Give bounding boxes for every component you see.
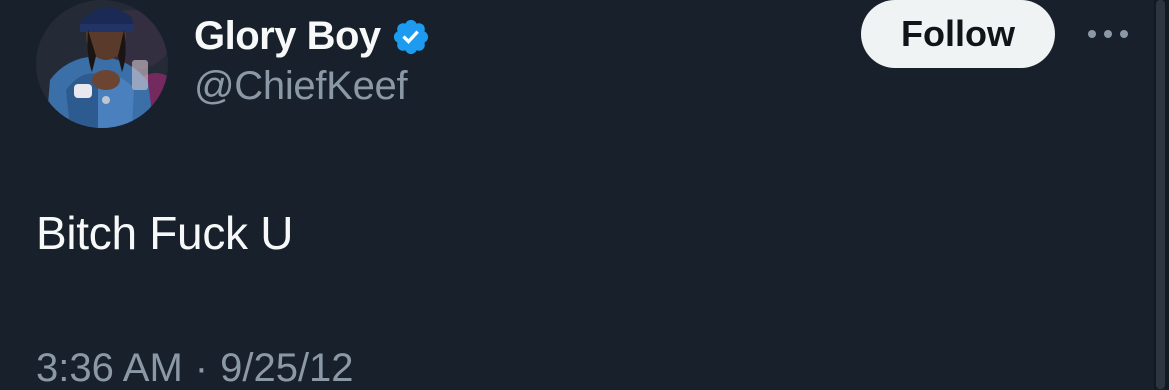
- timestamp-separator: ·: [194, 346, 209, 390]
- author-name-row[interactable]: Glory Boy: [194, 10, 431, 62]
- author-handle[interactable]: @ChiefKeef: [194, 66, 408, 106]
- tweet-time[interactable]: 3:36 AM: [36, 348, 183, 388]
- user-avatar[interactable]: [36, 0, 168, 128]
- verified-badge-icon[interactable]: [391, 17, 431, 57]
- scrollbar[interactable]: [1154, 0, 1169, 389]
- ellipsis-icon: [1088, 30, 1128, 38]
- follow-button[interactable]: Follow: [861, 0, 1055, 68]
- tweet-date[interactable]: 9/25/12: [220, 348, 353, 388]
- tweet-card: Glory Boy @ChiefKeef Follow Bitch Fuck U…: [0, 0, 1169, 389]
- scrollbar-thumb[interactable]: [1156, 0, 1165, 389]
- tweet-text: Bitch Fuck U: [36, 207, 294, 259]
- tweet-timestamp[interactable]: 3:36 AM · 9/25/12: [36, 348, 354, 388]
- more-options-button[interactable]: [1080, 14, 1136, 54]
- avatar-photo-icon: [36, 0, 168, 128]
- author-display-name[interactable]: Glory Boy: [194, 16, 381, 56]
